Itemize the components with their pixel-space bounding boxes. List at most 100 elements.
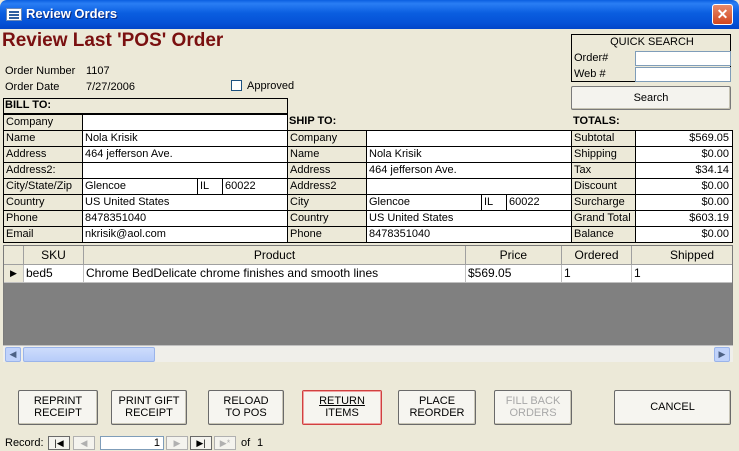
bill-phone-field[interactable]: 8478351040: [82, 210, 288, 227]
grand-total-value: $603.19: [635, 210, 733, 227]
print-gift-receipt-button[interactable]: PRINT GIFT RECEIPT: [111, 390, 187, 425]
ship-phone-field[interactable]: 8478351040: [366, 226, 572, 243]
column-header-sku[interactable]: SKU: [24, 246, 84, 265]
totals-header: TOTALS:: [571, 114, 733, 130]
ship-name-label: Name: [287, 146, 367, 163]
reprint-receipt-line2: RECEIPT: [34, 407, 82, 419]
item-shipped-cell[interactable]: 1: [632, 265, 732, 283]
ship-name-field[interactable]: Nola Krisik: [366, 146, 572, 163]
reload-to-pos-button[interactable]: RELOAD TO POS: [208, 390, 284, 425]
row-selector[interactable]: ▶: [4, 265, 24, 283]
reload-to-pos-line2: TO POS: [225, 407, 267, 419]
bill-email-field[interactable]: nkrisik@aol.com: [82, 226, 288, 243]
scroll-left-icon[interactable]: ◀: [5, 347, 21, 362]
fill-back-orders-line2: ORDERS: [509, 407, 557, 419]
ship-address2-field[interactable]: [366, 178, 572, 195]
bill-address2-field[interactable]: [82, 162, 288, 179]
reprint-receipt-button[interactable]: REPRINT RECEIPT: [18, 390, 98, 425]
bill-city-state-zip-label: City/State/Zip: [3, 178, 83, 195]
ship-city-field[interactable]: Glencoe: [366, 194, 482, 211]
ship-company-field[interactable]: [366, 130, 572, 147]
first-record-icon[interactable]: |◀: [48, 436, 70, 450]
column-header-shipped[interactable]: Shipped: [632, 246, 732, 265]
bill-name-label: Name: [3, 130, 83, 147]
order-search-input[interactable]: [635, 51, 731, 66]
column-header-price[interactable]: Price: [466, 246, 562, 265]
approved-checkbox[interactable]: [231, 80, 242, 91]
ship-zip-field[interactable]: 60022: [506, 194, 572, 211]
bill-country-field[interactable]: US United States: [82, 194, 288, 211]
ship-to-header: SHIP TO:: [287, 114, 572, 130]
tax-label: Tax: [571, 162, 636, 179]
fill-back-orders-button[interactable]: FILL BACK ORDERS: [494, 390, 572, 425]
discount-label: Discount: [571, 178, 636, 195]
ship-phone-label: Phone: [287, 226, 367, 243]
bill-zip-field[interactable]: 60022: [222, 178, 288, 195]
order-date-label: Order Date: [5, 81, 60, 93]
ship-country-field[interactable]: US United States: [366, 210, 572, 227]
new-record-icon[interactable]: ▶*: [214, 436, 236, 450]
bill-state-field[interactable]: IL: [197, 178, 223, 195]
place-reorder-line1: PLACE: [418, 395, 456, 407]
order-number-value: 1107: [86, 65, 110, 77]
current-record-input[interactable]: 1: [100, 436, 164, 450]
window-titlebar[interactable]: Review Orders ✕: [0, 0, 739, 29]
web-search-label: Web #: [574, 68, 606, 80]
cancel-label: CANCEL: [650, 401, 695, 413]
tax-value: $34.14: [635, 162, 733, 179]
column-header-ordered[interactable]: Ordered: [562, 246, 632, 265]
record-navigator: Record: |◀ ◀ 1 ▶ ▶| ▶* of 1: [0, 435, 739, 451]
return-items-line1: RETURN: [319, 395, 365, 407]
balance-label: Balance: [571, 226, 636, 243]
search-button[interactable]: Search: [571, 86, 731, 110]
web-search-input[interactable]: [635, 67, 731, 82]
scrollbar-thumb[interactable]: [23, 347, 155, 362]
subtotal-value: $569.05: [635, 130, 733, 147]
bill-to-heading: BILL TO:: [5, 99, 52, 111]
bill-name-field[interactable]: Nola Krisik: [82, 130, 288, 147]
record-of-label: of: [241, 437, 251, 449]
next-record-icon[interactable]: ▶: [166, 436, 188, 450]
ship-state-field[interactable]: IL: [481, 194, 507, 211]
bill-email-label: Email: [3, 226, 83, 243]
print-gift-receipt-line2: RECEIPT: [125, 407, 173, 419]
totals-heading: TOTALS:: [573, 115, 620, 127]
close-button[interactable]: ✕: [712, 4, 733, 25]
print-gift-receipt-line1: PRINT GIFT: [118, 395, 180, 407]
bill-address-label: Address: [3, 146, 83, 163]
quick-search-title: QUICK SEARCH: [610, 36, 694, 48]
balance-value: $0.00: [635, 226, 733, 243]
scroll-right-icon[interactable]: ▶: [714, 347, 730, 362]
item-price-cell[interactable]: $569.05: [466, 265, 562, 283]
bill-address-field[interactable]: 464 jefferson Ave.: [82, 146, 288, 163]
order-search-label: Order#: [574, 52, 609, 64]
quick-search-panel: QUICK SEARCH Order# Web #: [571, 34, 731, 82]
subtotal-label: Subtotal: [571, 130, 636, 147]
ship-address-field[interactable]: 464 jefferson Ave.: [366, 162, 572, 179]
reload-to-pos-line1: RELOAD: [223, 395, 269, 407]
bill-company-field[interactable]: [82, 114, 288, 131]
bill-city-field[interactable]: Glencoe: [82, 178, 198, 195]
last-record-icon[interactable]: ▶|: [190, 436, 212, 450]
ship-country-label: Country: [287, 210, 367, 227]
return-items-line2: ITEMS: [325, 407, 359, 419]
previous-record-icon[interactable]: ◀: [73, 436, 95, 450]
bill-phone-label: Phone: [3, 210, 83, 227]
column-header-product[interactable]: Product: [84, 246, 466, 265]
discount-value: $0.00: [635, 178, 733, 195]
page-title: Review Last 'POS' Order: [2, 30, 224, 51]
row-selector-header: [4, 246, 24, 265]
bill-to-header: BILL TO:: [3, 98, 288, 114]
item-product-cell[interactable]: Chrome BedDelicate chrome finishes and s…: [84, 265, 466, 283]
ship-city-label: City: [287, 194, 367, 211]
return-items-button[interactable]: RETURN ITEMS: [302, 390, 382, 425]
record-label: Record:: [5, 437, 44, 449]
item-ordered-cell[interactable]: 1: [562, 265, 632, 283]
shipping-label: Shipping: [571, 146, 636, 163]
horizontal-scrollbar[interactable]: ◀ ▶: [3, 345, 733, 362]
cancel-button[interactable]: CANCEL: [614, 390, 731, 425]
place-reorder-button[interactable]: PLACE REORDER: [398, 390, 476, 425]
surcharge-label: Surcharge: [571, 194, 636, 211]
item-sku-cell[interactable]: bed5: [24, 265, 84, 283]
shipping-value: $0.00: [635, 146, 733, 163]
